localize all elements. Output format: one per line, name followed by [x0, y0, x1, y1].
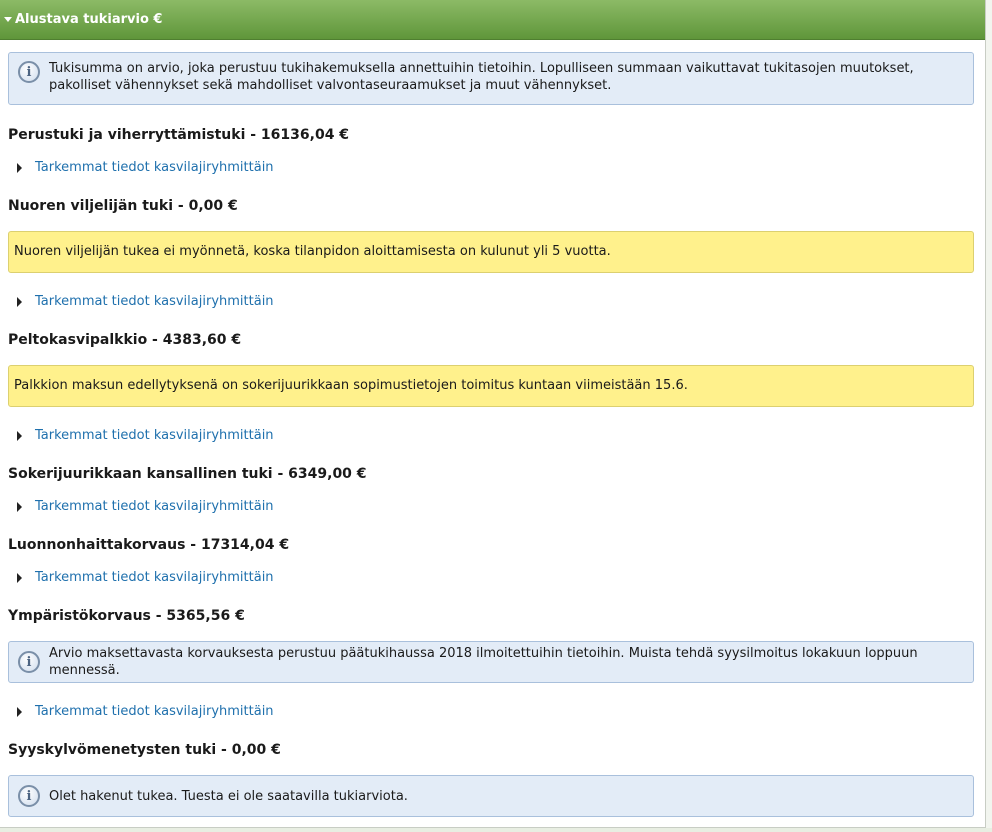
details-link-label: Tarkemmat tiedot kasvilajiryhmittäin — [35, 160, 274, 175]
warning-box-nuoren-viljelijan-tuki: Nuoren viljelijän tukea ei myönnetä, kos… — [8, 231, 974, 273]
details-link-label: Tarkemmat tiedot kasvilajiryhmittäin — [35, 428, 274, 443]
info-text: Arvio maksettavasta korvauksesta perustu… — [49, 646, 918, 678]
details-link-peltokasvipalkkio[interactable]: Tarkemmat tiedot kasvilajiryhmittäin — [8, 427, 974, 445]
details-link-label: Tarkemmat tiedot kasvilajiryhmittäin — [35, 499, 274, 514]
details-link-label: Tarkemmat tiedot kasvilajiryhmittäin — [35, 294, 274, 309]
panel-header-toggle[interactable]: Alustava tukiarvio € — [0, 0, 985, 40]
caret-right-icon — [17, 297, 22, 307]
details-link-label: Tarkemmat tiedot kasvilajiryhmittäin — [35, 704, 274, 719]
caret-down-icon — [4, 17, 12, 22]
section-title-peltokasvipalkkio: Peltokasvipalkkio - 4383,60 € — [8, 332, 242, 348]
section-title-perustuki: Perustuki ja viherryttämistuki - 16136,0… — [8, 127, 350, 143]
details-link-label: Tarkemmat tiedot kasvilajiryhmittäin — [35, 570, 274, 585]
bottom-divider — [0, 828, 992, 832]
details-link-nuoren-viljelijan-tuki[interactable]: Tarkemmat tiedot kasvilajiryhmittäin — [8, 293, 974, 311]
info-text: Tukisumma on arvio, joka perustuu tukiha… — [49, 61, 914, 93]
details-link-luonnonhaittakorvaus[interactable]: Tarkemmat tiedot kasvilajiryhmittäin — [8, 569, 974, 587]
info-icon: i — [18, 785, 40, 807]
panel-title: Alustava tukiarvio € — [15, 12, 163, 27]
details-link-perustuki[interactable]: Tarkemmat tiedot kasvilajiryhmittäin — [8, 159, 974, 177]
section-title-sokerijuurikkaan-tuki: Sokerijuurikkaan kansallinen tuki - 6349… — [8, 466, 367, 482]
info-icon: i — [18, 61, 40, 83]
estimate-panel: Alustava tukiarvio € i Tukisumma on arvi… — [0, 0, 986, 828]
caret-right-icon — [17, 163, 22, 173]
caret-right-icon — [17, 502, 22, 512]
info-icon: i — [18, 651, 40, 673]
caret-right-icon — [17, 707, 22, 717]
caret-right-icon — [17, 573, 22, 583]
section-title-syyskylvomenetysten-tuki: Syyskylvömenetysten tuki - 0,00 € — [8, 742, 281, 758]
warning-box-peltokasvipalkkio: Palkkion maksun edellytyksenä on sokerij… — [8, 365, 974, 407]
section-title-luonnonhaittakorvaus: Luonnonhaittakorvaus - 17314,04 € — [8, 537, 290, 553]
info-text: Olet hakenut tukea. Tuesta ei ole saatav… — [49, 788, 408, 804]
info-box-intro: i Tukisumma on arvio, joka perustuu tuki… — [8, 52, 974, 105]
section-title-nuoren-viljelijan-tuki: Nuoren viljelijän tuki - 0,00 € — [8, 198, 238, 214]
details-link-ymparistokorvaus[interactable]: Tarkemmat tiedot kasvilajiryhmittäin — [8, 703, 974, 721]
section-title-ymparistokorvaus: Ympäristökorvaus - 5365,56 € — [8, 608, 245, 624]
caret-right-icon — [17, 431, 22, 441]
info-box-syyskylvomenetysten-tuki: i Olet hakenut tukea. Tuesta ei ole saat… — [8, 775, 974, 817]
info-box-ymparistokorvaus: i Arvio maksettavasta korvauksesta perus… — [8, 641, 974, 683]
panel-content: i Tukisumma on arvio, joka perustuu tuki… — [0, 40, 985, 817]
details-link-sokerijuurikkaan-tuki[interactable]: Tarkemmat tiedot kasvilajiryhmittäin — [8, 498, 974, 516]
